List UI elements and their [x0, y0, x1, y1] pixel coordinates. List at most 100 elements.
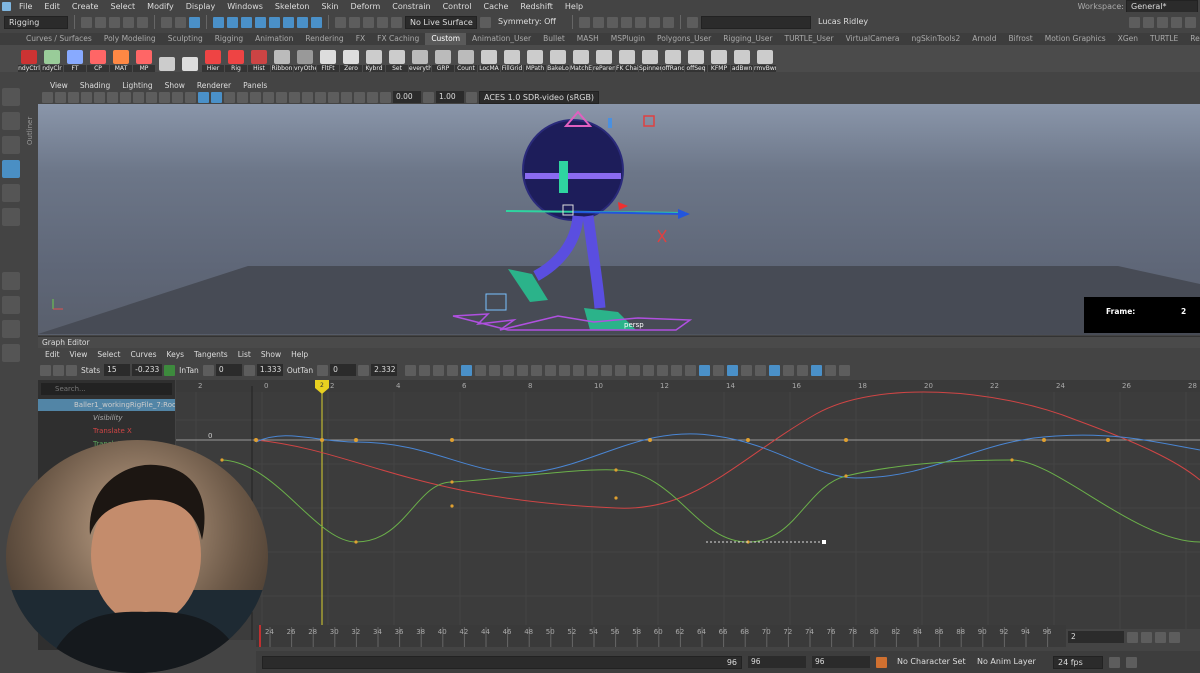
snap-curve-icon[interactable]: [349, 16, 360, 28]
graph-editor-tool-icon[interactable]: [517, 364, 529, 376]
gamma-icon[interactable]: [423, 91, 434, 103]
graph-editor-tool-icon[interactable]: [601, 364, 613, 376]
shelf-tab-custom[interactable]: Custom: [425, 33, 467, 45]
save-scene-icon[interactable]: [109, 16, 120, 28]
scale-tool-icon[interactable]: [2, 208, 20, 226]
menu-edit[interactable]: Edit: [38, 2, 66, 11]
panel-toolbar-button-icon[interactable]: [68, 91, 79, 103]
user-account-dropdown[interactable]: Lucas Ridley: [814, 15, 874, 29]
input-line-icon[interactable]: [687, 16, 698, 28]
exposure-field[interactable]: 0.00: [393, 91, 421, 103]
graph-editor-tool-icon[interactable]: [741, 364, 753, 376]
curve-translate-x[interactable]: [255, 391, 1200, 509]
panel-toolbar-button-icon[interactable]: [367, 91, 378, 103]
menu-modify[interactable]: Modify: [141, 2, 180, 11]
graph-editor-tool-icon[interactable]: [825, 364, 837, 376]
hypershade-icon[interactable]: [621, 16, 632, 28]
play-back-icon[interactable]: [1169, 631, 1180, 643]
shelf-tab[interactable]: Rigging: [209, 33, 249, 45]
panel-toolbar-button-icon[interactable]: [107, 91, 118, 103]
panel-menu-show[interactable]: Show: [159, 81, 191, 90]
go-to-start-icon[interactable]: [1127, 631, 1138, 643]
keyframe[interactable]: [746, 438, 750, 442]
outliner-search-input[interactable]: Search...: [41, 383, 172, 395]
graph-editor-tool-icon[interactable]: [643, 364, 655, 376]
graph-editor-tool-icon[interactable]: [447, 364, 459, 376]
persp-outliner-layout-icon[interactable]: [2, 320, 20, 338]
menu-redshift[interactable]: Redshift: [514, 2, 558, 11]
menu-skin[interactable]: Skin: [316, 2, 345, 11]
move-key-icon[interactable]: [40, 364, 51, 376]
ipr-render-icon[interactable]: [593, 16, 604, 28]
shelf-tab[interactable]: Bifrost: [1003, 33, 1039, 45]
shelf-button[interactable]: LocMA: [478, 46, 500, 72]
move-tool-icon[interactable]: [2, 160, 20, 178]
graph-editor-tool-icon[interactable]: [489, 364, 501, 376]
shelf-tab[interactable]: Bullet: [537, 33, 571, 45]
shelf-tab[interactable]: Rendering: [299, 33, 349, 45]
shelf-tab[interactable]: Polygons_User: [651, 33, 717, 45]
keyframe[interactable]: [1042, 438, 1046, 442]
graph-editor-tool-icon[interactable]: [699, 364, 711, 376]
graph-editor-tool-icon[interactable]: [685, 364, 697, 376]
paint-select-icon[interactable]: [2, 136, 20, 154]
menu-create[interactable]: Create: [66, 2, 105, 11]
shelf-tab[interactable]: Sculpting: [162, 33, 209, 45]
graph-editor-tool-icon[interactable]: [503, 364, 515, 376]
menu-set-dropdown[interactable]: Rigging: [4, 15, 68, 29]
outtan-value-field[interactable]: 0: [330, 364, 357, 376]
panel-toolbar-button-icon[interactable]: [302, 91, 313, 103]
shelf-button[interactable]: ndyClr: [41, 46, 63, 72]
panel-toolbar-button-icon[interactable]: [55, 91, 66, 103]
color-management-icon[interactable]: [466, 91, 477, 103]
panel-toolbar-button-icon[interactable]: [211, 91, 222, 103]
shelf-button[interactable]: offSeq: [685, 46, 707, 72]
shelf-tab[interactable]: XGen: [1112, 33, 1144, 45]
lasso-tool-icon[interactable]: [2, 112, 20, 130]
graph-editor-tool-icon[interactable]: [405, 364, 417, 376]
loop-icon[interactable]: [1109, 656, 1120, 668]
shelf-button[interactable]: rmvBwn: [754, 46, 776, 72]
undo-icon[interactable]: [123, 16, 134, 28]
shelf-tab[interactable]: Motion Graphics: [1039, 33, 1112, 45]
shelf-button[interactable]: GRP: [432, 46, 454, 72]
graph-editor-tool-icon[interactable]: [587, 364, 599, 376]
menu-help[interactable]: Help: [559, 2, 589, 11]
live-surface-field[interactable]: No Live Surface: [405, 15, 477, 29]
panel-toolbar-button-icon[interactable]: [81, 91, 92, 103]
channel-box-icon[interactable]: [1185, 16, 1196, 28]
shelf-tab[interactable]: MASH: [571, 33, 605, 45]
menu-select[interactable]: Select: [104, 2, 141, 11]
render-settings-icon[interactable]: [607, 16, 618, 28]
menu-cache[interactable]: Cache: [478, 2, 515, 11]
select-rendering-icon[interactable]: [297, 16, 308, 28]
shelf-tab[interactable]: Animation_User: [466, 33, 537, 45]
select-handles-icon[interactable]: [213, 16, 224, 28]
menu-display[interactable]: Display: [180, 2, 222, 11]
graph-editor-tool-icon[interactable]: [433, 364, 445, 376]
stats-value-field[interactable]: -0.233: [132, 364, 163, 376]
modeling-toolkit-icon[interactable]: [1129, 16, 1140, 28]
shelf-button[interactable]: Hist: [248, 46, 270, 72]
anim-layer-dropdown[interactable]: No Anim Layer: [973, 655, 1047, 669]
select-tool-icon[interactable]: [2, 88, 20, 106]
graph-editor-tool-icon[interactable]: [573, 364, 585, 376]
keyframe[interactable]: [648, 438, 652, 442]
ball-control[interactable]: [559, 161, 568, 193]
shelf-tab[interactable]: TURTLE: [1144, 33, 1184, 45]
render-icon[interactable]: [579, 16, 590, 28]
gamma-field[interactable]: 1.00: [436, 91, 464, 103]
menu-constrain[interactable]: Constrain: [386, 2, 436, 11]
manip-arrow-x[interactable]: [618, 202, 628, 210]
panel-menu-shading[interactable]: Shading: [74, 81, 116, 90]
step-back-key-icon[interactable]: [1141, 631, 1152, 643]
shelf-button[interactable]: vryOthe: [294, 46, 316, 72]
input-line-field[interactable]: [701, 15, 811, 29]
four-view-layout-icon[interactable]: [2, 296, 20, 314]
graph-editor-tool-icon[interactable]: [727, 364, 739, 376]
open-scene-icon[interactable]: [95, 16, 106, 28]
ge-menu-list[interactable]: List: [233, 350, 256, 359]
shelf-button[interactable]: Set: [386, 46, 408, 72]
graph-editor-tool-icon[interactable]: [615, 364, 627, 376]
shelf-button[interactable]: KFMP: [708, 46, 730, 72]
